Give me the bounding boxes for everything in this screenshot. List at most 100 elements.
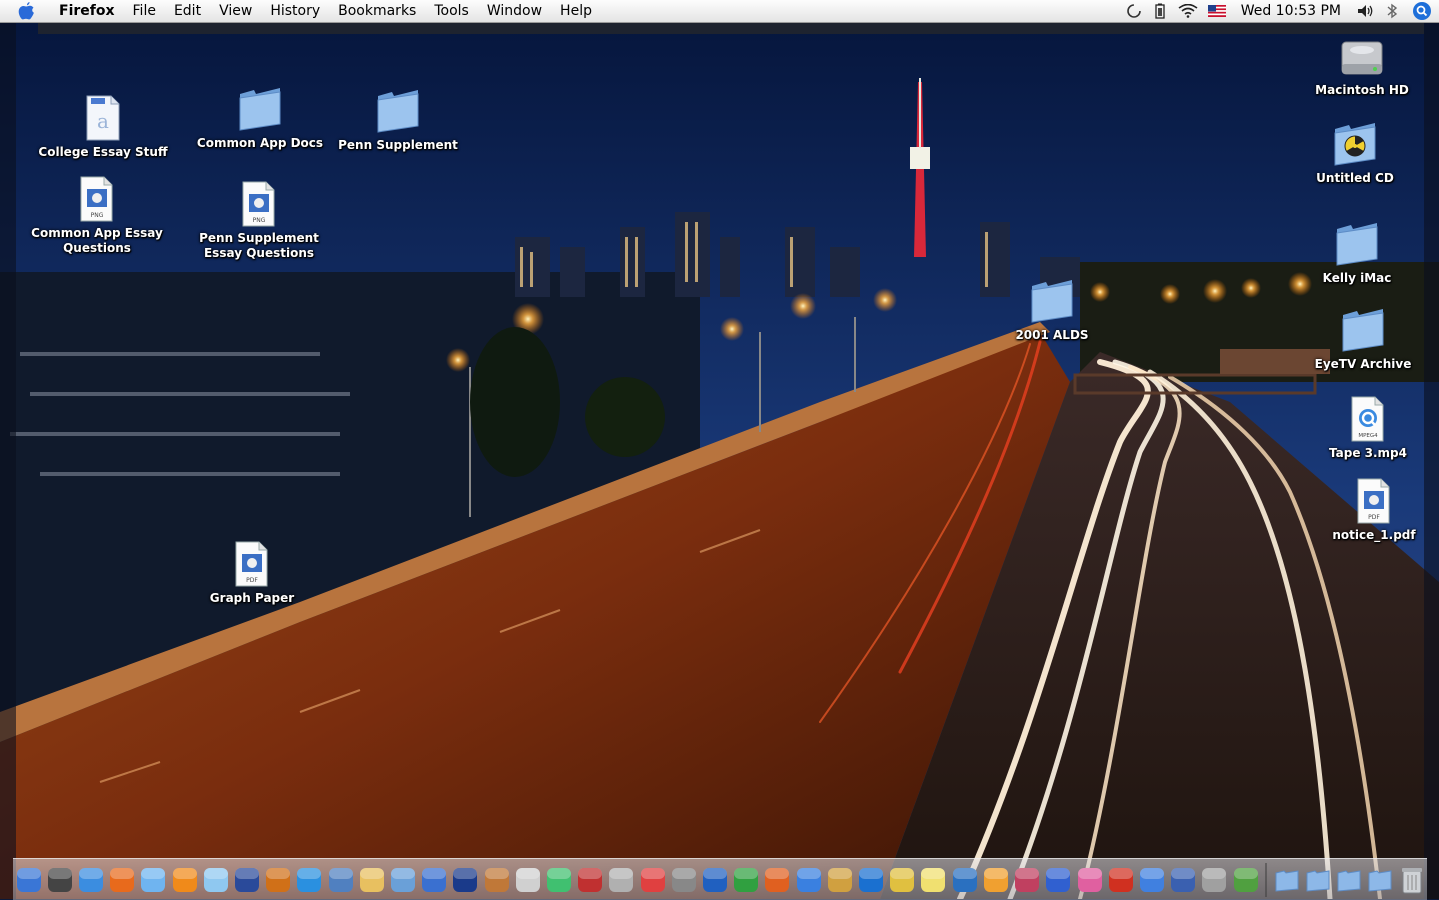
dock-dictionary-icon[interactable] <box>575 863 605 897</box>
dock-messenger-icon[interactable] <box>794 863 824 897</box>
dock-trash-icon[interactable] <box>1397 863 1427 897</box>
desktop-icon-penn-supplement-essay-questions[interactable]: PNG Penn Supplement Essay Questions <box>184 180 334 261</box>
dock-powerpoint-icon[interactable] <box>763 863 793 897</box>
dock-ipod-icon[interactable] <box>513 863 543 897</box>
dock-quicktime-icon[interactable] <box>295 863 325 897</box>
dock-pdf-reader-icon[interactable] <box>1106 863 1136 897</box>
menu-edit[interactable]: Edit <box>165 0 210 22</box>
menu-tools[interactable]: Tools <box>425 0 478 22</box>
dock-downloads-folder-icon[interactable] <box>1334 863 1364 897</box>
dock-transfer-icon[interactable] <box>1137 863 1167 897</box>
desktop-icon-tape-3-mp4[interactable]: MPEG4 Tape 3.mp4 <box>1293 395 1439 461</box>
wifi-icon[interactable] <box>1173 0 1203 22</box>
desktop-icon-label: College Essay Stuff <box>38 145 168 159</box>
dock-separator <box>1265 862 1268 897</box>
menu-view[interactable]: View <box>210 0 261 22</box>
dock-imovie-icon[interactable] <box>451 863 481 897</box>
desktop-wallpaper <box>0 22 1439 899</box>
dock-audio-icon[interactable] <box>263 863 293 897</box>
desktop-icon-eyetv-archive[interactable]: EyeTV Archive <box>1288 306 1438 372</box>
spotlight-icon[interactable] <box>1405 0 1439 22</box>
dock-color-icon[interactable] <box>544 863 574 897</box>
city-night-highway-image <box>0 22 1439 899</box>
svg-text:a: a <box>97 109 109 133</box>
battery-icon[interactable] <box>1147 0 1173 22</box>
desktop-icon-college-essay-stuff[interactable]: a College Essay Stuff <box>28 94 178 160</box>
dock-safari-icon[interactable] <box>76 863 106 897</box>
desktop-icon-label: Kelly iMac <box>1322 271 1392 285</box>
dock-calculator-icon[interactable] <box>607 863 637 897</box>
desktop-icon-common-app-essay-questions[interactable]: PNG Common App Essay Questions <box>22 175 172 256</box>
folder-icon <box>374 87 422 135</box>
dock-excel-icon[interactable] <box>731 863 761 897</box>
dock-photo-icon[interactable] <box>388 863 418 897</box>
dock-itunes-icon[interactable] <box>139 863 169 897</box>
dock-finder-icon[interactable] <box>14 863 44 897</box>
dock-dashboard-icon[interactable] <box>45 863 75 897</box>
menu-clock[interactable]: Wed 10:53 PM <box>1231 3 1353 19</box>
dock-ical-icon[interactable] <box>638 863 668 897</box>
desktop-icon-label: Untitled CD <box>1316 171 1394 185</box>
desktop-icon-notice-1-pdf[interactable]: PDF notice_1.pdf <box>1299 477 1439 543</box>
dock-word-icon[interactable] <box>700 863 730 897</box>
sync-icon[interactable] <box>1121 0 1147 22</box>
svg-text:MPEG4: MPEG4 <box>1358 433 1378 439</box>
desktop-icon-2001-alds[interactable]: 2001 ALDS <box>977 277 1127 343</box>
bluetooth-icon[interactable] <box>1379 0 1405 22</box>
desktop-icon-graph-paper[interactable]: PDF Graph Paper <box>177 540 327 606</box>
dock-system-icon[interactable] <box>1199 863 1229 897</box>
desktop-icon-label: notice_1.pdf <box>1332 528 1416 542</box>
dock-pen-icon[interactable] <box>1043 863 1073 897</box>
document-icon: a <box>79 94 127 142</box>
dock-network-folder-icon[interactable] <box>1365 863 1395 897</box>
dock-network-icon[interactable] <box>201 863 231 897</box>
dock-text-editor-icon[interactable] <box>357 863 387 897</box>
menu-bookmarks[interactable]: Bookmarks <box>329 0 425 22</box>
volume-icon[interactable] <box>1353 0 1379 22</box>
folder-icon <box>236 85 284 133</box>
dock-script-icon[interactable] <box>825 863 855 897</box>
desktop-icon-untitled-cd[interactable]: Untitled CD <box>1280 120 1430 186</box>
dock-flower-icon[interactable] <box>1075 863 1105 897</box>
dock-photo-2-icon[interactable] <box>981 863 1011 897</box>
menu-history[interactable]: History <box>261 0 329 22</box>
dock-vlc-icon[interactable] <box>170 863 200 897</box>
desktop-icon-macintosh-hd[interactable]: Macintosh HD <box>1287 32 1437 98</box>
svg-text:PNG: PNG <box>91 212 104 219</box>
menu-window[interactable]: Window <box>478 0 551 22</box>
app-menu-firefox[interactable]: Firefox <box>53 0 124 22</box>
folder-icon <box>1028 277 1076 325</box>
dock-applications-folder-icon[interactable] <box>1303 863 1333 897</box>
desktop-icon-label: Macintosh HD <box>1315 83 1409 97</box>
desktop-icon-penn-supplement[interactable]: Penn Supplement <box>323 87 473 153</box>
desktop-icon-common-app-docs[interactable]: Common App Docs <box>185 85 335 151</box>
apple-menu-icon[interactable] <box>17 0 39 22</box>
pdf-file-icon: PDF <box>1350 477 1398 525</box>
dock-netnewswire-icon[interactable] <box>419 863 449 897</box>
dock-pages-icon[interactable] <box>1012 863 1042 897</box>
folder-icon <box>1339 306 1387 354</box>
folder-icon <box>1333 220 1381 268</box>
dock-network-2-icon[interactable] <box>1168 863 1198 897</box>
desktop-icon-label: Graph Paper <box>209 591 295 605</box>
desktop-icon-kelly-imac[interactable]: Kelly iMac <box>1282 220 1432 286</box>
dock-mail-app-icon[interactable] <box>950 863 980 897</box>
menu-file[interactable]: File <box>124 0 165 22</box>
desktop-icon-label: EyeTV Archive <box>1314 357 1412 371</box>
dock-eyetv-icon[interactable] <box>232 863 262 897</box>
desktop-icon-label: Tape 3.mp4 <box>1329 446 1407 460</box>
dock-stickies-icon[interactable] <box>919 863 949 897</box>
dock-ical-2-icon[interactable] <box>887 863 917 897</box>
menu-help[interactable]: Help <box>551 0 601 22</box>
pdf-file-icon: PDF <box>228 540 276 588</box>
dock-garageband-icon[interactable] <box>482 863 512 897</box>
desktop-icon-label: Common App Docs <box>196 136 324 150</box>
cd-icon <box>1331 120 1379 168</box>
dock-preview-icon[interactable] <box>326 863 356 897</box>
dock-firefox-icon[interactable] <box>107 863 137 897</box>
dock-cyberduck-icon[interactable] <box>856 863 886 897</box>
dock-documents-folder-icon[interactable] <box>1272 863 1302 897</box>
us-flag-icon[interactable] <box>1203 0 1231 22</box>
dock-mac-icon[interactable] <box>669 863 699 897</box>
dock-vnc-icon[interactable] <box>1231 863 1261 897</box>
